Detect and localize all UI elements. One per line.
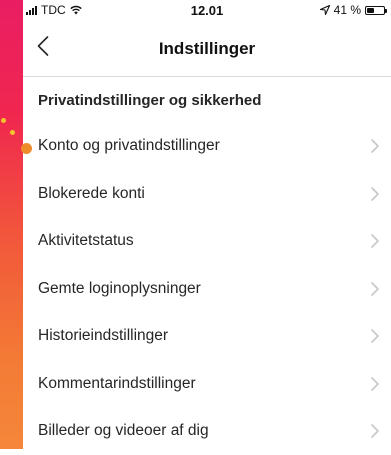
chevron-right-icon [371,424,379,438]
page-title: Indstillinger [158,39,256,58]
settings-item-account-privacy[interactable]: Konto og privatindstillinger [23,123,391,170]
location-arrow-icon [319,5,330,15]
status-right: 41 % [319,3,387,17]
settings-item-label: Aktivitetstatus [38,232,134,249]
decorative-dot [10,130,15,135]
battery-icon [365,5,387,15]
status-bar: TDC 12.01 41 % [23,0,391,22]
settings-item-label: Billeder og videoer af dig [38,422,209,439]
chevron-right-icon [371,329,379,343]
chevron-right-icon [371,234,379,248]
settings-item-story-settings[interactable]: Historieindstillinger [23,313,391,360]
chevron-right-icon [371,186,379,201]
settings-item-photos-videos-of-you[interactable]: Billeder og videoer af dig [23,408,391,455]
chevron-right-icon [371,376,379,391]
chevron-right-icon [371,281,379,296]
settings-item-label: Kommentarindstillinger [38,374,196,392]
settings-item-label: Konto og privatindstillinger [38,137,220,154]
settings-item-label: Gemte loginoplysninger [38,279,201,297]
settings-item-blocked-accounts[interactable]: Blokerede konti [23,171,391,218]
settings-item-activity-status[interactable]: Aktivitetstatus [23,218,391,265]
settings-item-label: Blokerede konti [38,184,145,202]
battery-level-fill [367,7,374,13]
chevron-right-icon [371,139,379,153]
decorative-dot [1,118,6,123]
battery-percentage: 41 % [333,3,361,17]
settings-item-comment-settings[interactable]: Kommentarindstillinger [23,361,391,408]
settings-screen: TDC 12.01 41 % Indstillinger Privatindst… [21,0,391,449]
touch-indicator-dot [21,143,32,154]
section-header: Privatindstillinger og sikkerhed [38,92,262,109]
background-gradient-edge [0,0,23,449]
settings-item-label: Historieindstillinger [38,327,169,344]
settings-item-saved-login-info[interactable]: Gemte loginoplysninger [23,266,391,313]
navigation-bar: Indstillinger [23,22,391,77]
